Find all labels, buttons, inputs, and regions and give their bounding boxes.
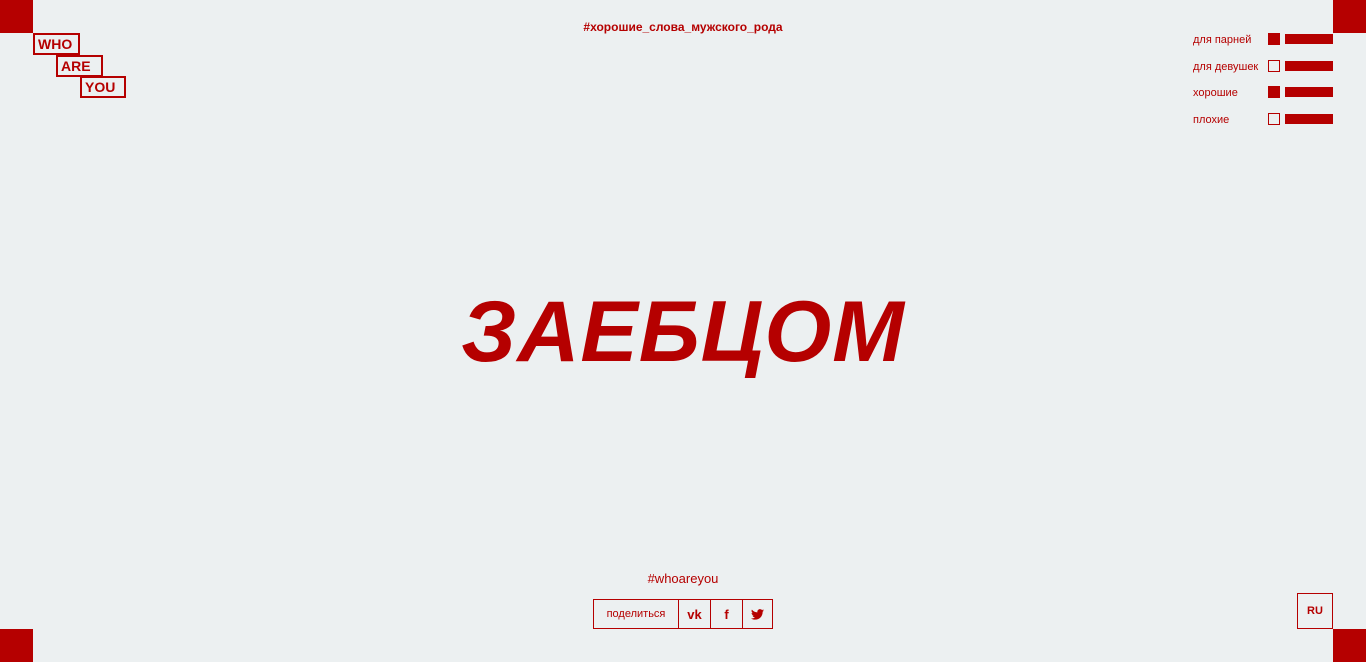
filter-for-guys[interactable]: для парней xyxy=(1193,32,1333,59)
facebook-share-button[interactable]: f xyxy=(711,600,743,628)
twitter-share-button[interactable] xyxy=(743,600,772,628)
filter-bar xyxy=(1285,113,1333,124)
filter-good[interactable]: хорошие xyxy=(1193,85,1333,112)
page-hashtag: #хорошие_слова_мужского_рода xyxy=(583,20,783,34)
vk-share-button[interactable]: vk xyxy=(679,600,711,628)
filter-checkbox[interactable] xyxy=(1268,59,1280,72)
share-label: поделиться xyxy=(594,600,679,628)
vk-icon: vk xyxy=(687,606,702,622)
logo[interactable]: WHO ARE YOU xyxy=(33,33,133,103)
filter-label: хорошие xyxy=(1193,87,1238,99)
filter-checkbox[interactable] xyxy=(1268,112,1280,125)
language-switcher[interactable]: RU xyxy=(1297,593,1333,629)
corner-decoration-bottom-left xyxy=(0,629,33,662)
share-bar: поделиться vk f xyxy=(593,599,773,629)
logo-word-who: WHO xyxy=(33,33,80,55)
filter-panel: для парней для девушек хорошие плохие xyxy=(1193,32,1333,138)
filter-bar xyxy=(1285,34,1333,44)
corner-decoration-bottom-right xyxy=(1333,629,1366,662)
filter-checkbox[interactable] xyxy=(1268,86,1280,98)
filter-bad[interactable]: плохие xyxy=(1193,112,1333,139)
twitter-icon xyxy=(751,608,764,620)
filter-label: для девушек xyxy=(1193,60,1259,73)
main-word[interactable]: ЗАЕБЦОМ xyxy=(0,282,1366,382)
filter-checkbox[interactable] xyxy=(1268,33,1280,45)
facebook-icon: f xyxy=(724,606,729,622)
filter-bar xyxy=(1285,87,1333,97)
logo-word-you: YOU xyxy=(80,76,126,98)
filter-bar xyxy=(1285,60,1333,71)
logo-word-are: ARE xyxy=(56,55,103,77)
site-hashtag: #whoareyou xyxy=(647,571,719,586)
filter-label: для парней xyxy=(1193,34,1252,46)
filter-for-girls[interactable]: для девушек xyxy=(1193,59,1333,86)
filter-label: плохие xyxy=(1193,113,1230,126)
